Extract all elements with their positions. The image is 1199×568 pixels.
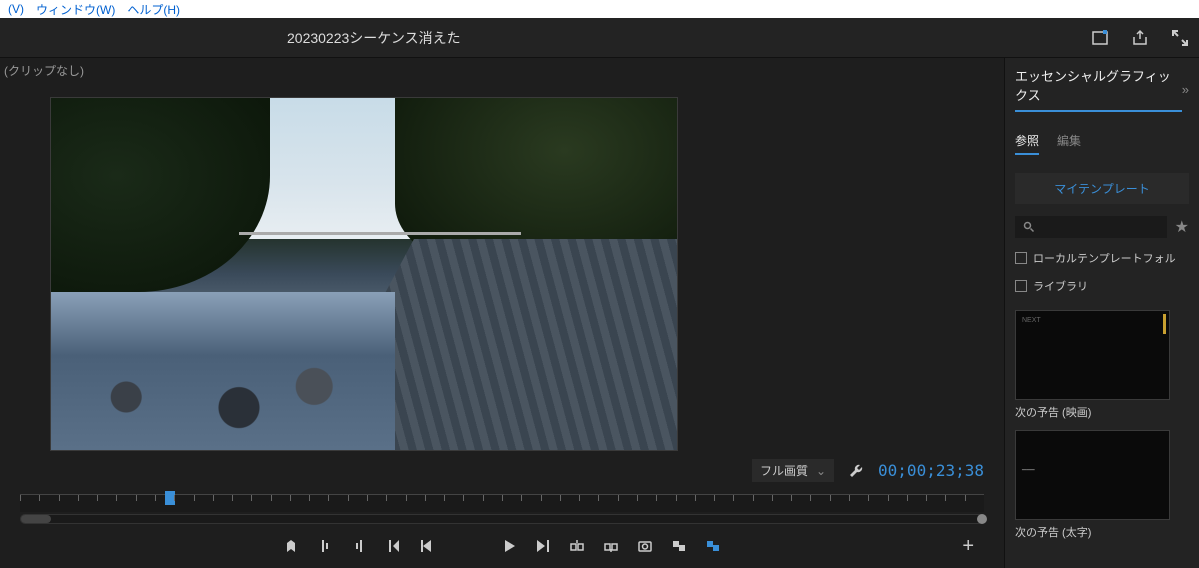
quick-export-icon[interactable] [1091,29,1109,47]
export-frame-icon[interactable] [637,538,653,554]
timecode[interactable]: 00;00;23;38 [878,461,984,480]
menu-help[interactable]: ヘルプ(H) [127,1,180,18]
transport-bar: + [0,524,1004,568]
chevron-down-icon: ⌄ [816,464,826,478]
essential-graphics-panel: エッセンシャルグラフィックス » 参照 編集 マイテンプレート ★ ローカルテン… [1004,58,1199,568]
quality-dropdown[interactable]: フル画質 ⌄ [752,459,834,482]
mark-in-icon[interactable] [317,538,333,554]
lift-icon[interactable] [569,538,585,554]
viewer-canvas[interactable] [0,83,1004,453]
fullscreen-icon[interactable] [1171,29,1189,47]
project-title: 20230223シーケンス消えた [287,28,461,48]
proxy-toggle-icon[interactable] [705,538,721,554]
go-to-in-icon[interactable] [385,538,401,554]
video-frame [50,97,678,451]
search-input[interactable] [1015,216,1167,238]
share-icon[interactable] [1131,29,1149,47]
panel-menu-icon[interactable]: » [1182,82,1189,97]
step-back-icon[interactable] [419,538,435,554]
template-label-0: 次の予告 (映画) [1015,404,1189,420]
clip-label: (クリップなし) [0,58,1004,83]
my-templates-button[interactable]: マイテンプレート [1015,173,1189,204]
template-thumb-0[interactable]: NEXT [1015,310,1170,400]
timeline-scrollbar[interactable] [20,514,984,524]
checkbox-local-templates[interactable]: ローカルテンプレートフォル [1015,250,1189,266]
settings-wrench-icon[interactable] [848,463,864,479]
top-bar: 20230223シーケンス消えた [0,18,1199,58]
add-marker-icon[interactable] [283,538,299,554]
extract-icon[interactable] [603,538,619,554]
favorite-star-icon[interactable]: ★ [1175,217,1189,237]
play-icon[interactable] [501,538,517,554]
menu-view[interactable]: (V) [8,2,24,16]
tab-edit[interactable]: 編集 [1057,132,1081,155]
checkbox-library[interactable]: ライブラリ [1015,278,1189,294]
playhead[interactable] [165,491,175,505]
button-editor-icon[interactable]: + [962,535,974,558]
tab-browse[interactable]: 参照 [1015,132,1039,155]
comparison-view-icon[interactable] [671,538,687,554]
menu-bar: (V) ウィンドウ(W) ヘルプ(H) [0,0,1199,18]
template-thumb-1[interactable]: ━━━ [1015,430,1170,520]
search-icon [1023,221,1035,233]
timeline-ruler[interactable] [20,494,984,512]
mark-out-icon[interactable] [351,538,367,554]
template-label-1: 次の予告 (太字) [1015,524,1189,540]
menu-window[interactable]: ウィンドウ(W) [36,1,115,18]
program-monitor: (クリップなし) フル画質 ⌄ 00;00;23;38 [0,58,1004,568]
step-forward-icon[interactable] [535,538,551,554]
panel-title[interactable]: エッセンシャルグラフィックス [1015,66,1182,112]
